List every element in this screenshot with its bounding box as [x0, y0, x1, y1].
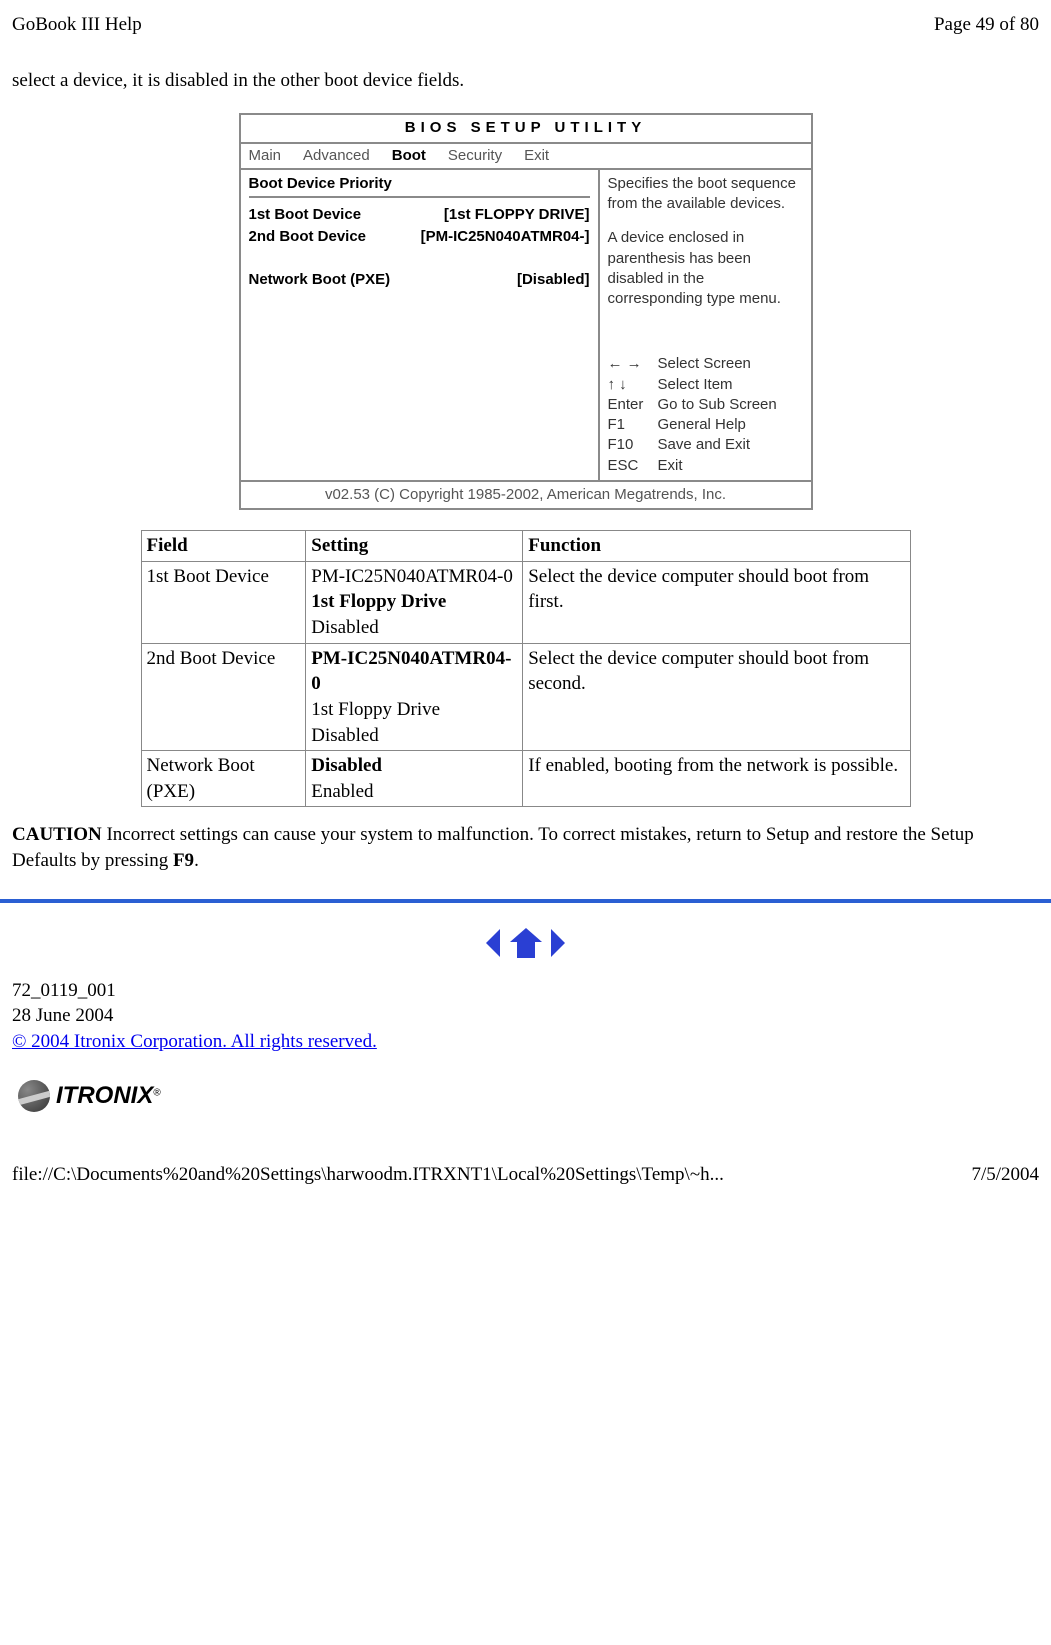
bios-row-1st: 1st Boot Device [1st FLOPPY DRIVE] — [249, 204, 590, 226]
cell-function-3: If enabled, booting from the network is … — [523, 751, 910, 807]
intro-text: select a device, it is disabled in the o… — [12, 68, 1039, 94]
bios-help-keys: ← →Select Screen ↑ ↓Select Item EnterGo … — [608, 354, 803, 476]
th-field: Field — [141, 531, 306, 562]
key-f10-v: Save and Exit — [658, 435, 751, 455]
settings-table: Field Setting Function 1st Boot Device P… — [141, 530, 911, 807]
bios-tabs: Main Advanced Boot Security Exit — [241, 144, 811, 170]
globe-icon — [18, 1080, 50, 1112]
table-row: 1st Boot Device PM-IC25N040ATMR04-0 1st … — [141, 561, 910, 643]
bios-row-network-value: [Disabled] — [517, 270, 590, 290]
setting-3-line1: Disabled — [311, 755, 382, 776]
setting-1-line3: Disabled — [311, 617, 379, 638]
key-lr-v: Select Screen — [658, 354, 751, 374]
key-enter: Enter — [608, 395, 658, 415]
cell-field-1: 1st Boot Device — [141, 561, 306, 643]
key-lr: ← → — [608, 354, 658, 374]
footer-date: 7/5/2004 — [971, 1162, 1039, 1188]
footer-info: 72_0119_001 28 June 2004 © 2004 Itronix … — [12, 978, 1039, 1055]
bios-screenshot: BIOS SETUP UTILITY Main Advanced Boot Se… — [239, 113, 813, 510]
caution-key: F9 — [173, 850, 194, 871]
bios-help-2: A device enclosed in parenthesis has bee… — [608, 228, 803, 309]
divider-bar — [0, 899, 1051, 903]
cell-function-1: Select the device computer should boot f… — [523, 561, 910, 643]
table-row: 2nd Boot Device PM-IC25N040ATMR04-0 1st … — [141, 643, 910, 751]
cell-setting-1: PM-IC25N040ATMR04-0 1st Floppy Drive Dis… — [306, 561, 523, 643]
logo-text: ITRONIX — [56, 1082, 153, 1109]
bios-tab-security: Security — [448, 146, 502, 166]
cell-setting-3: Disabled Enabled — [306, 751, 523, 807]
bios-row-1st-label: 1st Boot Device — [249, 205, 362, 225]
cell-field-3: Network Boot (PXE) — [141, 751, 306, 807]
setting-1-line1: PM-IC25N040ATMR04-0 — [311, 566, 513, 587]
key-esc: ESC — [608, 456, 658, 476]
setting-2-line3: Disabled — [311, 725, 379, 746]
logo-reg: ® — [153, 1087, 160, 1098]
prev-icon[interactable] — [486, 929, 500, 957]
bios-title: BIOS SETUP UTILITY — [241, 115, 811, 143]
next-icon[interactable] — [551, 929, 565, 957]
bios-row-2nd-label: 2nd Boot Device — [249, 227, 367, 247]
bios-row-network-label: Network Boot (PXE) — [249, 270, 391, 290]
key-f1: F1 — [608, 415, 658, 435]
home-icon[interactable] — [509, 928, 543, 958]
doc-date: 28 June 2004 — [12, 1003, 1039, 1029]
th-setting: Setting — [306, 531, 523, 562]
setting-3-line2: Enabled — [311, 781, 373, 802]
bios-tab-boot: Boot — [392, 146, 426, 166]
bios-footer: v02.53 (C) Copyright 1985-2002, American… — [241, 480, 811, 508]
caution-text-2: . — [194, 850, 199, 871]
key-esc-v: Exit — [658, 456, 683, 476]
caution-text-1: Incorrect settings can cause your system… — [12, 824, 974, 871]
footer-path: file://C:\Documents%20and%20Settings\har… — [12, 1162, 724, 1188]
cell-field-2: 2nd Boot Device — [141, 643, 306, 751]
key-f10: F10 — [608, 435, 658, 455]
key-f1-v: General Help — [658, 415, 746, 435]
key-ud: ↑ ↓ — [608, 375, 658, 395]
setting-2-line1: PM-IC25N040ATMR04-0 — [311, 648, 511, 695]
caution-paragraph: CAUTION Incorrect settings can cause you… — [12, 822, 1039, 873]
copyright-link[interactable]: © 2004 Itronix Corporation. All rights r… — [12, 1031, 377, 1052]
bios-section-title: Boot Device Priority — [249, 174, 590, 198]
nav-icons — [12, 928, 1039, 958]
bios-row-network: Network Boot (PXE) [Disabled] — [249, 269, 590, 291]
cell-setting-2: PM-IC25N040ATMR04-0 1st Floppy Drive Dis… — [306, 643, 523, 751]
header-page-info: Page 49 of 80 — [934, 12, 1039, 38]
bios-row-2nd: 2nd Boot Device [PM-IC25N040ATMR04-] — [249, 226, 590, 248]
setting-1-line2: 1st Floppy Drive — [311, 591, 446, 612]
itronix-logo: ITRONIX® — [18, 1080, 1039, 1112]
caution-label: CAUTION — [12, 824, 102, 845]
setting-2-line2: 1st Floppy Drive — [311, 699, 440, 720]
th-function: Function — [523, 531, 910, 562]
table-row: Network Boot (PXE) Disabled Enabled If e… — [141, 751, 910, 807]
bios-help-1: Specifies the boot sequence from the ava… — [608, 174, 803, 215]
cell-function-2: Select the device computer should boot f… — [523, 643, 910, 751]
doc-number: 72_0119_001 — [12, 978, 1039, 1004]
bios-tab-exit: Exit — [524, 146, 549, 166]
table-header-row: Field Setting Function — [141, 531, 910, 562]
bios-tab-main: Main — [249, 146, 282, 166]
bios-row-2nd-value: [PM-IC25N040ATMR04-] — [421, 227, 590, 247]
header-title: GoBook III Help — [12, 12, 142, 38]
bios-tab-advanced: Advanced — [303, 146, 370, 166]
bios-row-1st-value: [1st FLOPPY DRIVE] — [444, 205, 590, 225]
key-enter-v: Go to Sub Screen — [658, 395, 777, 415]
key-ud-v: Select Item — [658, 375, 733, 395]
